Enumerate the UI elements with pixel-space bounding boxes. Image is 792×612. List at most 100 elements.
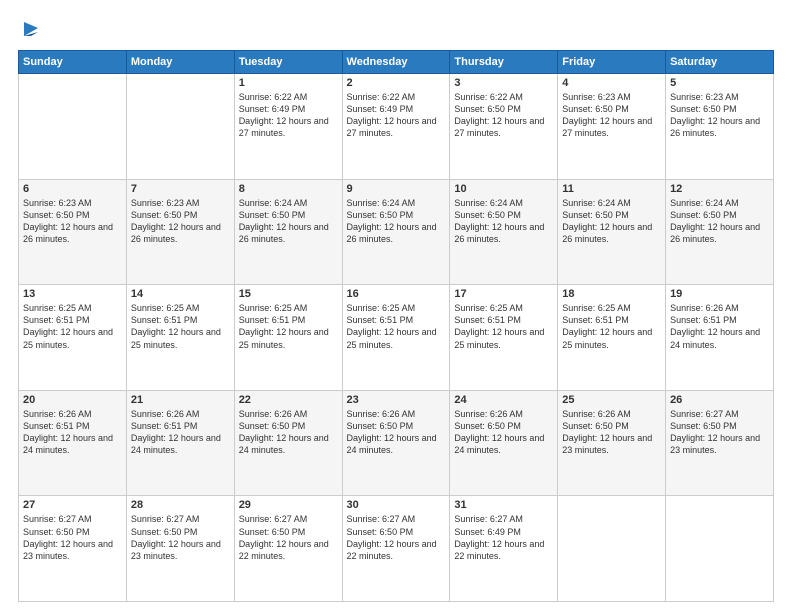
- day-info: Sunrise: 6:27 AM Sunset: 6:49 PM Dayligh…: [454, 513, 553, 562]
- day-cell: 16 Sunrise: 6:25 AM Sunset: 6:51 PM Dayli…: [342, 285, 450, 391]
- day-cell: 4Sunrise: 6:23 AM Sunset: 6:50 PM Daylig…: [558, 74, 666, 180]
- page: SundayMondayTuesdayWednesdayThursdayFrid…: [0, 0, 792, 612]
- day-info: Sunrise: 6:23 AM Sunset: 6:50 PM Dayligh…: [131, 197, 230, 246]
- day-cell: 31 Sunrise: 6:27 AM Sunset: 6:49 PM Dayli…: [450, 496, 558, 602]
- day-info: Sunrise: 6:27 AM Sunset: 6:50 PM Dayligh…: [131, 513, 230, 562]
- day-cell: 9 Sunrise: 6:24 AM Sunset: 6:50 PM Daylig…: [342, 179, 450, 285]
- week-row-5: 27 Sunrise: 6:27 AM Sunset: 6:50 PM Dayli…: [19, 496, 774, 602]
- day-info: Sunrise: 6:26 AM Sunset: 6:51 PM Dayligh…: [131, 408, 230, 457]
- weekday-header-sunday: Sunday: [19, 51, 127, 74]
- day-cell: 3 Sunrise: 6:22 AM Sunset: 6:50 PM Daylig…: [450, 74, 558, 180]
- day-cell: 17 Sunrise: 6:25 AM Sunset: 6:51 PM Dayli…: [450, 285, 558, 391]
- day-info: Sunrise: 6:26 AM Sunset: 6:50 PM Dayligh…: [562, 408, 661, 457]
- weekday-header-row: SundayMondayTuesdayWednesdayThursdayFrid…: [19, 51, 774, 74]
- day-number: 9: [347, 183, 446, 195]
- day-number: 20: [23, 394, 122, 406]
- day-cell: 15Sunrise: 6:25 AM Sunset: 6:51 PM Dayli…: [234, 285, 342, 391]
- day-number: 12: [670, 183, 769, 195]
- day-cell: 8 Sunrise: 6:24 AM Sunset: 6:50 PM Daylig…: [234, 179, 342, 285]
- weekday-header-saturday: Saturday: [666, 51, 774, 74]
- day-info: Sunrise: 6:25 AM Sunset: 6:51 PM Dayligh…: [562, 302, 661, 351]
- week-row-4: 20 Sunrise: 6:26 AM Sunset: 6:51 PM Dayli…: [19, 390, 774, 496]
- logo-icon: [20, 18, 42, 40]
- day-cell: 28 Sunrise: 6:27 AM Sunset: 6:50 PM Dayli…: [126, 496, 234, 602]
- weekday-header-monday: Monday: [126, 51, 234, 74]
- day-number: 6: [23, 183, 122, 195]
- day-cell: 19 Sunrise: 6:26 AM Sunset: 6:51 PM Dayli…: [666, 285, 774, 391]
- day-cell: [126, 74, 234, 180]
- day-cell: 1 Sunrise: 6:22 AM Sunset: 6:49 PM Daylig…: [234, 74, 342, 180]
- day-number: 18: [562, 288, 661, 300]
- day-number: 28: [131, 499, 230, 511]
- day-info: Sunrise: 6:24 AM Sunset: 6:50 PM Dayligh…: [347, 197, 446, 246]
- day-info: Sunrise: 6:25 AM Sunset: 6:51 PM Dayligh…: [131, 302, 230, 351]
- weekday-header-wednesday: Wednesday: [342, 51, 450, 74]
- day-cell: 30Sunrise: 6:27 AM Sunset: 6:50 PM Dayli…: [342, 496, 450, 602]
- day-cell: 5Sunrise: 6:23 AM Sunset: 6:50 PM Daylig…: [666, 74, 774, 180]
- day-cell: 29Sunrise: 6:27 AM Sunset: 6:50 PM Dayli…: [234, 496, 342, 602]
- day-number: 27: [23, 499, 122, 511]
- day-info: Sunrise: 6:27 AM Sunset: 6:50 PM Dayligh…: [670, 408, 769, 457]
- day-cell: 13Sunrise: 6:25 AM Sunset: 6:51 PM Dayli…: [19, 285, 127, 391]
- day-info: Sunrise: 6:24 AM Sunset: 6:50 PM Dayligh…: [670, 197, 769, 246]
- day-cell: 12 Sunrise: 6:24 AM Sunset: 6:50 PM Dayli…: [666, 179, 774, 285]
- day-cell: 25 Sunrise: 6:26 AM Sunset: 6:50 PM Dayli…: [558, 390, 666, 496]
- weekday-header-tuesday: Tuesday: [234, 51, 342, 74]
- day-info: Sunrise: 6:26 AM Sunset: 6:50 PM Dayligh…: [239, 408, 338, 457]
- day-number: 3: [454, 77, 553, 89]
- day-cell: [666, 496, 774, 602]
- day-cell: 21 Sunrise: 6:26 AM Sunset: 6:51 PM Dayli…: [126, 390, 234, 496]
- calendar: SundayMondayTuesdayWednesdayThursdayFrid…: [18, 50, 774, 602]
- day-number: 29: [239, 499, 338, 511]
- day-info: Sunrise: 6:22 AM Sunset: 6:49 PM Dayligh…: [347, 91, 446, 140]
- week-row-1: 1 Sunrise: 6:22 AM Sunset: 6:49 PM Daylig…: [19, 74, 774, 180]
- day-number: 2: [347, 77, 446, 89]
- day-info: Sunrise: 6:26 AM Sunset: 6:51 PM Dayligh…: [670, 302, 769, 351]
- day-number: 1: [239, 77, 338, 89]
- day-number: 26: [670, 394, 769, 406]
- day-number: 25: [562, 394, 661, 406]
- day-info: Sunrise: 6:26 AM Sunset: 6:50 PM Dayligh…: [454, 408, 553, 457]
- day-number: 7: [131, 183, 230, 195]
- day-number: 19: [670, 288, 769, 300]
- day-info: Sunrise: 6:24 AM Sunset: 6:50 PM Dayligh…: [454, 197, 553, 246]
- day-number: 21: [131, 394, 230, 406]
- day-number: 14: [131, 288, 230, 300]
- day-cell: 10Sunrise: 6:24 AM Sunset: 6:50 PM Dayli…: [450, 179, 558, 285]
- day-number: 8: [239, 183, 338, 195]
- day-number: 16: [347, 288, 446, 300]
- weekday-header-friday: Friday: [558, 51, 666, 74]
- day-info: Sunrise: 6:24 AM Sunset: 6:50 PM Dayligh…: [562, 197, 661, 246]
- day-info: Sunrise: 6:25 AM Sunset: 6:51 PM Dayligh…: [239, 302, 338, 351]
- day-cell: 23 Sunrise: 6:26 AM Sunset: 6:50 PM Dayli…: [342, 390, 450, 496]
- day-cell: 24Sunrise: 6:26 AM Sunset: 6:50 PM Dayli…: [450, 390, 558, 496]
- day-cell: [19, 74, 127, 180]
- day-number: 30: [347, 499, 446, 511]
- weekday-header-thursday: Thursday: [450, 51, 558, 74]
- day-info: Sunrise: 6:24 AM Sunset: 6:50 PM Dayligh…: [239, 197, 338, 246]
- day-cell: 26 Sunrise: 6:27 AM Sunset: 6:50 PM Dayli…: [666, 390, 774, 496]
- day-number: 4: [562, 77, 661, 89]
- day-info: Sunrise: 6:25 AM Sunset: 6:51 PM Dayligh…: [347, 302, 446, 351]
- day-cell: 11Sunrise: 6:24 AM Sunset: 6:50 PM Dayli…: [558, 179, 666, 285]
- day-cell: 2 Sunrise: 6:22 AM Sunset: 6:49 PM Daylig…: [342, 74, 450, 180]
- header: [18, 18, 774, 40]
- day-info: Sunrise: 6:22 AM Sunset: 6:49 PM Dayligh…: [239, 91, 338, 140]
- day-number: 23: [347, 394, 446, 406]
- day-info: Sunrise: 6:25 AM Sunset: 6:51 PM Dayligh…: [454, 302, 553, 351]
- day-number: 17: [454, 288, 553, 300]
- day-cell: 22Sunrise: 6:26 AM Sunset: 6:50 PM Dayli…: [234, 390, 342, 496]
- day-cell: 7 Sunrise: 6:23 AM Sunset: 6:50 PM Daylig…: [126, 179, 234, 285]
- day-info: Sunrise: 6:26 AM Sunset: 6:50 PM Dayligh…: [347, 408, 446, 457]
- day-info: Sunrise: 6:27 AM Sunset: 6:50 PM Dayligh…: [23, 513, 122, 562]
- day-info: Sunrise: 6:23 AM Sunset: 6:50 PM Dayligh…: [23, 197, 122, 246]
- day-cell: 18 Sunrise: 6:25 AM Sunset: 6:51 PM Dayli…: [558, 285, 666, 391]
- day-info: Sunrise: 6:23 AM Sunset: 6:50 PM Dayligh…: [670, 91, 769, 140]
- day-info: Sunrise: 6:25 AM Sunset: 6:51 PM Dayligh…: [23, 302, 122, 351]
- week-row-2: 6 Sunrise: 6:23 AM Sunset: 6:50 PM Daylig…: [19, 179, 774, 285]
- logo: [18, 18, 42, 40]
- day-info: Sunrise: 6:22 AM Sunset: 6:50 PM Dayligh…: [454, 91, 553, 140]
- day-number: 31: [454, 499, 553, 511]
- day-cell: 20Sunrise: 6:26 AM Sunset: 6:51 PM Dayli…: [19, 390, 127, 496]
- day-cell: 14 Sunrise: 6:25 AM Sunset: 6:51 PM Dayli…: [126, 285, 234, 391]
